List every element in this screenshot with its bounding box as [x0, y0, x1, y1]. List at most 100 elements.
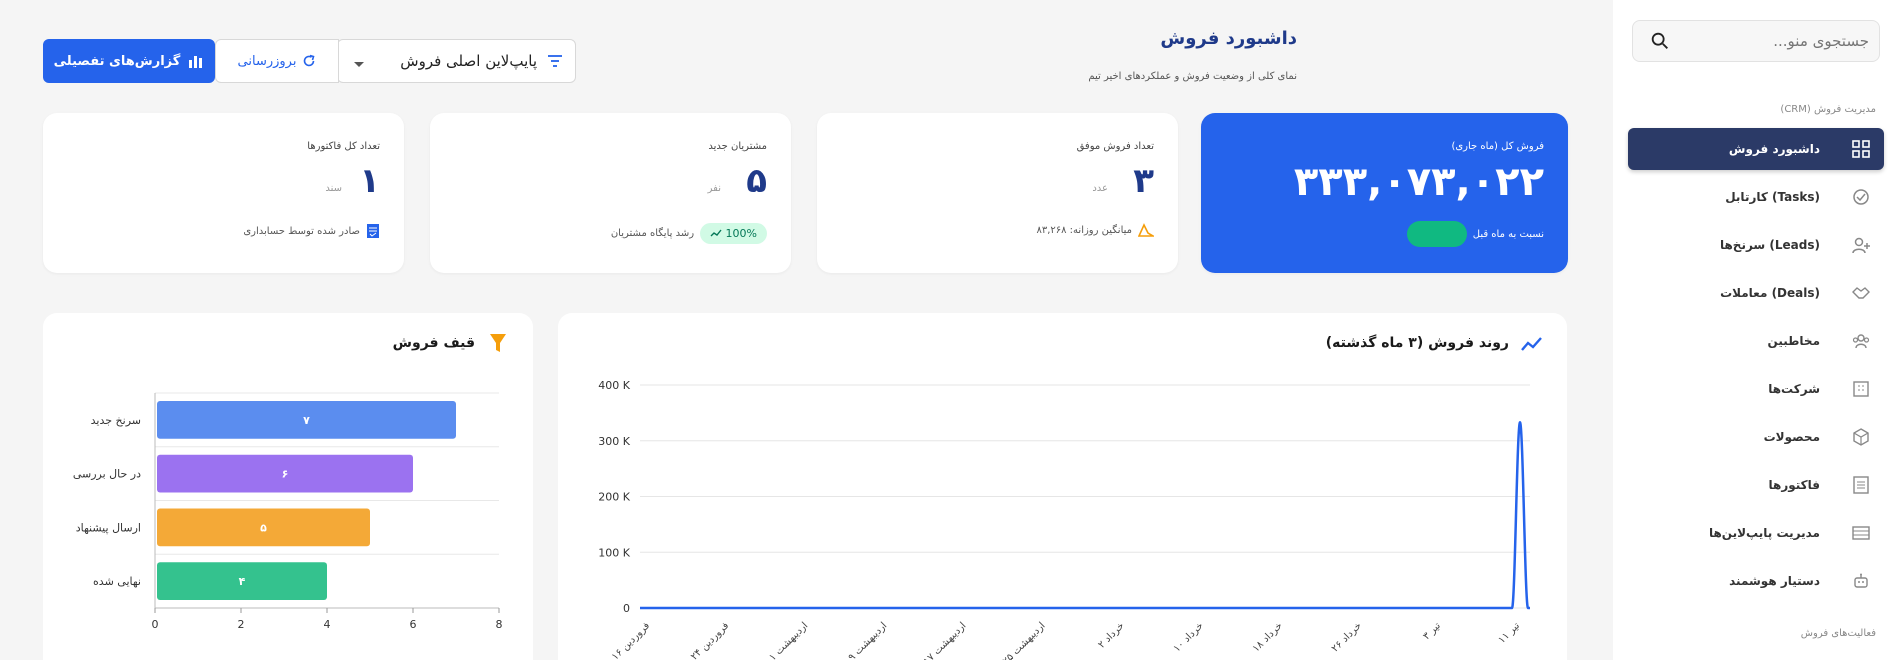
chevron-down-icon	[354, 61, 364, 67]
sidebar-item-contacts[interactable]: مخاطبین	[1628, 320, 1884, 362]
search-input[interactable]	[1675, 32, 1869, 50]
page-title: داشبورد فروش	[1160, 28, 1297, 49]
x-tick-label: 0	[152, 618, 159, 631]
kpi-foot: صادر شده توسط حسابداری	[243, 223, 380, 239]
x-tick-label: ۱۰ خرداد	[1172, 620, 1206, 654]
series-line	[640, 421, 1530, 610]
section-sales-label: فعالیت‌های فروش	[1800, 628, 1876, 639]
x-tick-label: 6	[410, 618, 417, 631]
detailed-reports-button[interactable]: گزارش‌های تفصیلی	[43, 39, 215, 83]
kpi-new-customers: مشتریان جدید ۵ نفر 100% رشد پایگاه مشتری…	[430, 113, 791, 273]
kpi-unit: سند	[325, 183, 342, 194]
kpi-unit: نفر	[707, 183, 721, 194]
sales-trend-panel: روند فروش (۳ ماه گذشته) 0 100 K 200 K 300 K…	[558, 313, 1567, 660]
kpi-value: ۵	[746, 161, 767, 201]
handshake-icon	[1852, 287, 1870, 299]
x-tick-label: ۲ خرداد	[1096, 620, 1126, 650]
sales-trend-chart: 0 100 K 200 K 300 K 400 K ۱۶ فروردین ۲۴ فروردی…	[598, 379, 1530, 660]
chart-warning-icon	[1138, 223, 1154, 237]
kpi-unit: عدد	[1092, 183, 1108, 194]
sidebar-item-label: محصولات	[1763, 430, 1820, 444]
category-label: ارسال پیشنهاد	[76, 521, 141, 534]
sidebar-item-label: مخاطبین	[1767, 334, 1820, 348]
sidebar-item-label: سرنخ‌ها (Leads)	[1719, 238, 1820, 252]
kpi-value: ۳	[1133, 161, 1154, 201]
x-tick-label: 8	[496, 618, 503, 631]
sidebar-item-tasks[interactable]: کارتابل (Tasks)	[1628, 176, 1884, 218]
x-tick-label: 4	[324, 618, 331, 631]
sidebar-item-deals[interactable]: معاملات (Deals)	[1628, 272, 1884, 314]
kpi-label: فروش کل (ماه جاری)	[1451, 141, 1544, 152]
sidebar-item-label: شرکت‌ها	[1768, 382, 1820, 396]
invoice-icon	[1853, 476, 1869, 494]
sidebar-item-products[interactable]: محصولات	[1628, 416, 1884, 458]
refresh-label: بروزرسانی	[237, 53, 297, 69]
pipeline-icon	[1852, 526, 1870, 540]
trending-up-icon	[710, 229, 722, 237]
x-tick-label: ۲۶ خرداد	[1330, 620, 1364, 654]
document-check-icon	[367, 224, 379, 238]
x-tick-label: ۳ تیر	[1421, 620, 1443, 642]
x-tick-label: ۹ اردیبهشت	[846, 620, 889, 660]
kpi-foot: میانگین روزانه: ۸۳,۲۶۸	[1036, 223, 1154, 237]
kpi-foot-text: رشد پایگاه مشتریان	[610, 228, 695, 239]
growth-pill: 100%	[700, 223, 767, 244]
page-subtitle: نمای کلی از وضعیت فروش و عملکردهای اخیر …	[1088, 71, 1297, 82]
filter-icon	[548, 55, 562, 67]
sidebar-item-dashboard[interactable]: داشبورد فروش	[1628, 128, 1884, 170]
sidebar-item-label: فاکتورها	[1768, 478, 1821, 492]
y-tick-label: 300 K	[598, 435, 630, 448]
bar-value-label: ۵	[260, 521, 267, 534]
sidebar-item-assistant[interactable]: دستیار هوشمند	[1628, 560, 1884, 602]
sidebar: مدیریت فروش (CRM) داشبورد فروش کارتابل (…	[1613, 0, 1893, 660]
bar-value-label: ۶	[282, 468, 289, 481]
category-label: در حال بررسی	[73, 468, 141, 481]
x-tick-label: ۱۸ خرداد	[1251, 620, 1285, 654]
kpi-label: تعداد فروش موفق	[1076, 141, 1154, 152]
sales-funnel-chart: 0 2 4 6 8 ۷ سرنخ جدید ۶ در حال بررسی ۵ ارسال پیشنه…	[73, 392, 503, 631]
growth-pill-value: 100%	[725, 227, 757, 240]
kpi-invoices: تعداد کل فاکتورها ۱ سند صادر شده توسط حس…	[43, 113, 404, 273]
bar-chart-icon	[189, 56, 203, 68]
y-tick-label: 400 K	[598, 379, 630, 392]
kpi-won-deals: تعداد فروش موفق ۳ عدد میانگین روزانه: ۸۳…	[817, 113, 1178, 273]
sidebar-item-label: مدیریت پایپ‌لاین‌ها	[1708, 526, 1820, 540]
refresh-button[interactable]: بروزرسانی	[215, 39, 339, 83]
bar-value-label: ۷	[303, 414, 310, 427]
x-tick-label: ۱۶ فروردین	[610, 620, 652, 660]
sidebar-item-companies[interactable]: شرکت‌ها	[1628, 368, 1884, 410]
x-tick-label: ۱۱ تیر	[1496, 620, 1522, 646]
y-tick-label: 200 K	[598, 491, 630, 504]
x-tick-label: ۲۴ فروردین	[689, 620, 731, 660]
sidebar-item-pipelines[interactable]: مدیریت پایپ‌لاین‌ها	[1628, 512, 1884, 554]
bar-value-label: ۴	[239, 575, 246, 588]
x-tick-label: ۱ اردیبهشت	[767, 620, 810, 660]
sidebar-item-label: کارتابل (Tasks)	[1725, 190, 1820, 204]
sidebar-item-leads[interactable]: سرنخ‌ها (Leads)	[1628, 224, 1884, 266]
kpi-foot-text: میانگین روزانه: ۸۳,۲۶۸	[1036, 224, 1132, 236]
sidebar-item-invoices[interactable]: فاکتورها	[1628, 464, 1884, 506]
kpi-label: مشتریان جدید	[708, 141, 767, 152]
kpi-foot-text: نسبت به ماه قبل	[1472, 228, 1544, 240]
section-crm-label: مدیریت فروش (CRM)	[1780, 104, 1876, 115]
search-box[interactable]	[1632, 20, 1880, 62]
kpi-total-sales: فروش کل (ماه جاری) ۳۳۳,۰۷۳,۰۲۲ نسبت به م…	[1201, 113, 1568, 273]
box-icon	[1853, 428, 1869, 446]
user-plus-icon	[1852, 237, 1870, 254]
x-tick-label: ۲۵ اردیبهشت	[1001, 620, 1048, 660]
category-label: نهایی شده	[93, 575, 141, 588]
category-label: سرنخ جدید	[91, 414, 141, 427]
dashboard-icon	[1852, 140, 1870, 158]
sidebar-item-label: معاملات (Deals)	[1720, 286, 1820, 300]
detailed-reports-label: گزارش‌های تفصیلی	[53, 53, 181, 69]
robot-icon	[1854, 573, 1868, 588]
growth-badge	[1406, 221, 1467, 247]
check-circle-icon	[1853, 189, 1869, 205]
x-tick-label: 2	[238, 618, 245, 631]
pipeline-select[interactable]: پایپ‌لاین اصلی فروش	[337, 39, 576, 83]
kpi-foot: نسبت به ماه قبل	[1406, 221, 1544, 247]
x-tick-label: ۱۷ اردیبهشت	[922, 620, 969, 660]
users-icon	[1852, 334, 1870, 349]
y-tick-label: 100 K	[598, 546, 630, 559]
sidebar-item-label: دستیار هوشمند	[1729, 574, 1820, 588]
